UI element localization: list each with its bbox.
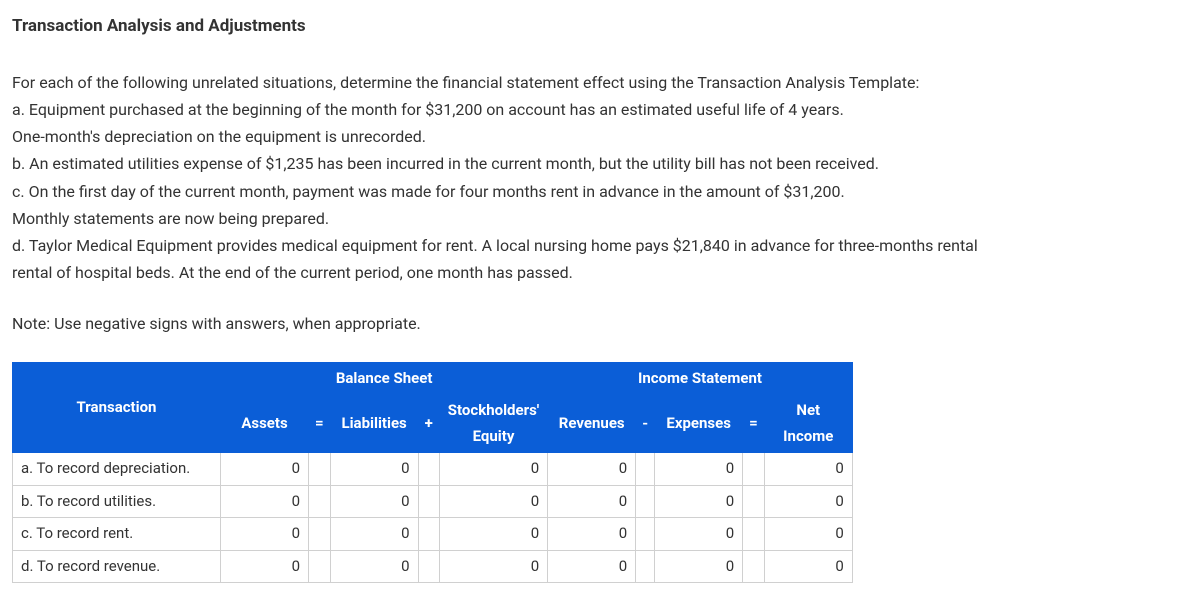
input-expenses[interactable]: 0 bbox=[655, 518, 743, 551]
transaction-table: Transaction Balance Sheet Income Stateme… bbox=[12, 362, 853, 584]
input-net-income[interactable]: 0 bbox=[764, 453, 852, 486]
row-label-a: a. To record depreciation. bbox=[13, 453, 221, 486]
input-expenses[interactable]: 0 bbox=[655, 453, 743, 486]
input-liabilities[interactable]: 0 bbox=[330, 453, 418, 486]
note-text: Note: Use negative signs with answers, w… bbox=[12, 310, 1188, 337]
header-liabilities: Liabilities bbox=[330, 395, 418, 453]
intro-text: For each of the following unrelated situ… bbox=[12, 69, 1188, 96]
header-revenues: Revenues bbox=[548, 395, 636, 453]
input-expenses[interactable]: 0 bbox=[655, 485, 743, 518]
item-d-line1: d. Taylor Medical Equipment provides med… bbox=[12, 232, 1188, 259]
input-assets[interactable]: 0 bbox=[221, 485, 309, 518]
input-liabilities[interactable]: 0 bbox=[330, 485, 418, 518]
input-liabilities[interactable]: 0 bbox=[330, 550, 418, 583]
table-row: a. To record depreciation. 0 0 0 0 0 0 bbox=[13, 453, 853, 486]
row-label-b: b. To record utilities. bbox=[13, 485, 221, 518]
header-stockholders-equity: Stockholders'Equity bbox=[439, 395, 547, 453]
input-net-income[interactable]: 0 bbox=[764, 485, 852, 518]
table-row: c. To record rent. 0 0 0 0 0 0 bbox=[13, 518, 853, 551]
header-balance-sheet: Balance Sheet bbox=[221, 362, 548, 395]
item-c-line1: c. On the first day of the current month… bbox=[12, 178, 1188, 205]
row-label-c: c. To record rent. bbox=[13, 518, 221, 551]
header-equals-2: = bbox=[743, 395, 765, 453]
input-assets[interactable]: 0 bbox=[221, 453, 309, 486]
input-net-income[interactable]: 0 bbox=[764, 518, 852, 551]
header-income-statement: Income Statement bbox=[548, 362, 853, 395]
input-equity[interactable]: 0 bbox=[439, 485, 547, 518]
table-row: b. To record utilities. 0 0 0 0 0 0 bbox=[13, 485, 853, 518]
item-d-line2: rental of hospital beds. At the end of t… bbox=[12, 259, 1188, 286]
problem-description: For each of the following unrelated situ… bbox=[12, 69, 1188, 287]
input-revenues[interactable]: 0 bbox=[548, 550, 636, 583]
header-minus: - bbox=[636, 395, 655, 453]
item-a-line2: One-month's depreciation on the equipmen… bbox=[12, 123, 1188, 150]
header-net-income: Net Income bbox=[764, 395, 852, 453]
page-title: Transaction Analysis and Adjustments bbox=[12, 12, 1188, 41]
header-transaction: Transaction bbox=[13, 362, 221, 453]
input-net-income[interactable]: 0 bbox=[764, 550, 852, 583]
input-liabilities[interactable]: 0 bbox=[330, 518, 418, 551]
input-revenues[interactable]: 0 bbox=[548, 453, 636, 486]
header-expenses: Expenses bbox=[655, 395, 743, 453]
input-equity[interactable]: 0 bbox=[439, 550, 547, 583]
input-equity[interactable]: 0 bbox=[439, 518, 547, 551]
input-assets[interactable]: 0 bbox=[221, 550, 309, 583]
input-revenues[interactable]: 0 bbox=[548, 485, 636, 518]
row-label-d: d. To record revenue. bbox=[13, 550, 221, 583]
table-row: d. To record revenue. 0 0 0 0 0 0 bbox=[13, 550, 853, 583]
header-assets: Assets bbox=[221, 395, 309, 453]
input-expenses[interactable]: 0 bbox=[655, 550, 743, 583]
header-equals-1: = bbox=[309, 395, 331, 453]
input-revenues[interactable]: 0 bbox=[548, 518, 636, 551]
header-plus: + bbox=[418, 395, 439, 453]
item-c-line2: Monthly statements are now being prepare… bbox=[12, 205, 1188, 232]
item-a-line1: a. Equipment purchased at the beginning … bbox=[12, 96, 1188, 123]
input-assets[interactable]: 0 bbox=[221, 518, 309, 551]
input-equity[interactable]: 0 bbox=[439, 453, 547, 486]
item-b: b. An estimated utilities expense of $1,… bbox=[12, 150, 1188, 177]
